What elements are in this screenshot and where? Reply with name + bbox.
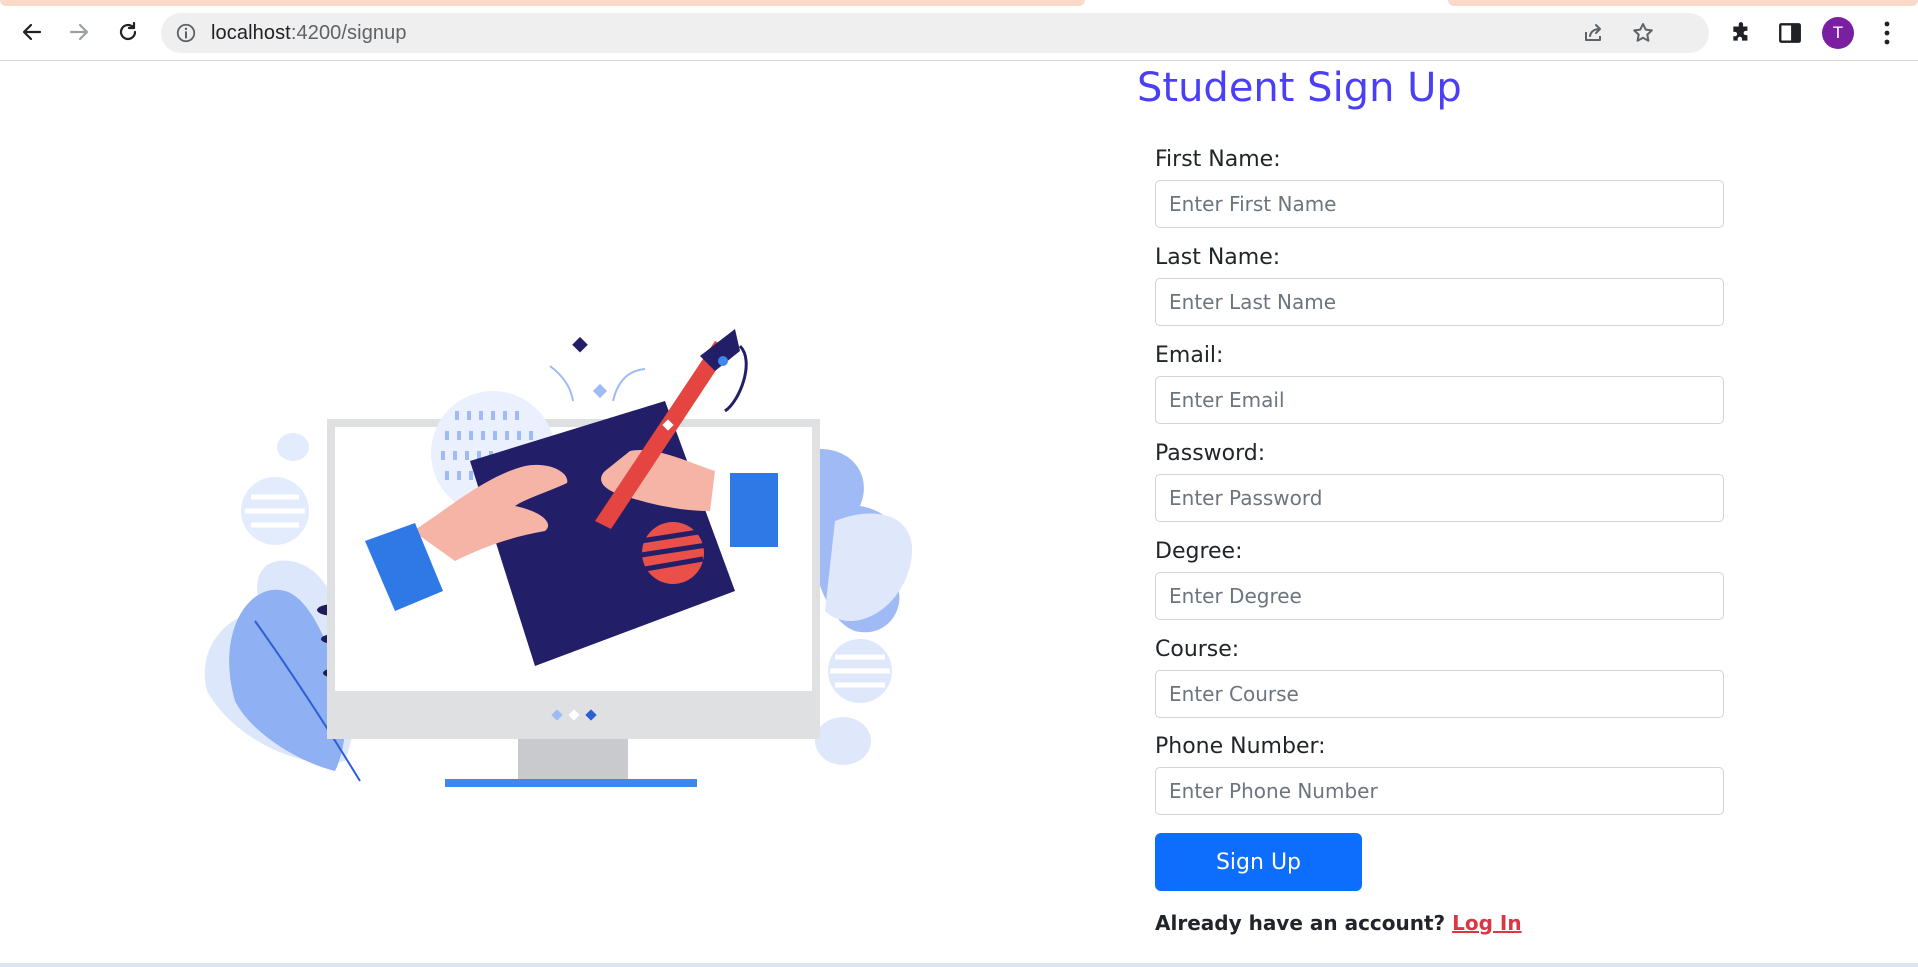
forward-button[interactable]: [61, 14, 97, 50]
share-icon[interactable]: [1581, 21, 1605, 45]
phone-number-label: Phone Number:: [1155, 734, 1326, 759]
course-input[interactable]: [1155, 670, 1724, 718]
page-title: Student Sign Up: [1137, 65, 1462, 111]
side-panel-icon[interactable]: [1777, 20, 1803, 46]
course-label: Course:: [1155, 637, 1240, 662]
login-link[interactable]: Log In: [1452, 911, 1521, 935]
bottom-edge: [0, 963, 1918, 967]
phone-number-field-group: Phone Number:: [1155, 733, 1725, 815]
last-name-field-group: Last Name:: [1155, 244, 1725, 326]
info-icon[interactable]: [175, 22, 197, 44]
degree-label: Degree:: [1155, 539, 1243, 564]
degree-field-group: Degree:: [1155, 538, 1725, 620]
page-content: Student Sign Up First Name: Last Name: E…: [0, 61, 1918, 967]
first-name-input[interactable]: [1155, 180, 1724, 228]
email-input[interactable]: [1155, 376, 1724, 424]
email-field-group: Email:: [1155, 342, 1725, 424]
profile-avatar[interactable]: T: [1822, 17, 1854, 49]
degree-input[interactable]: [1155, 572, 1724, 620]
first-name-label: First Name:: [1155, 147, 1281, 172]
arrow-left-icon: [22, 23, 42, 41]
course-field-group: Course:: [1155, 636, 1725, 718]
reload-button[interactable]: [110, 14, 146, 50]
back-button[interactable]: [14, 14, 50, 50]
password-field-group: Password:: [1155, 440, 1725, 522]
puzzle-icon[interactable]: [1729, 20, 1755, 46]
password-label: Password:: [1155, 441, 1266, 466]
last-name-label: Last Name:: [1155, 245, 1281, 270]
email-label: Email:: [1155, 343, 1224, 368]
kebab-menu-icon[interactable]: [1875, 18, 1899, 48]
url-text[interactable]: localhost:4200/signup: [211, 22, 407, 45]
signup-illustration: [204, 329, 913, 787]
phone-number-input[interactable]: [1155, 767, 1724, 815]
first-name-field-group: First Name:: [1155, 146, 1725, 228]
url-host: localhost: [211, 22, 291, 44]
last-name-input[interactable]: [1155, 278, 1724, 326]
star-icon[interactable]: [1631, 21, 1655, 45]
password-input[interactable]: [1155, 474, 1724, 522]
login-prompt: Already have an account? Log In: [1155, 911, 1522, 935]
arrow-right-icon: [69, 23, 89, 41]
address-bar[interactable]: localhost:4200/signup: [161, 13, 1709, 53]
login-prompt-text: Already have an account?: [1155, 911, 1446, 935]
sign-up-button[interactable]: Sign Up: [1155, 833, 1362, 891]
reload-icon: [119, 21, 137, 41]
browser-toolbar: localhost:4200/signup T: [0, 6, 1918, 61]
url-path: :4200/signup: [290, 22, 407, 44]
